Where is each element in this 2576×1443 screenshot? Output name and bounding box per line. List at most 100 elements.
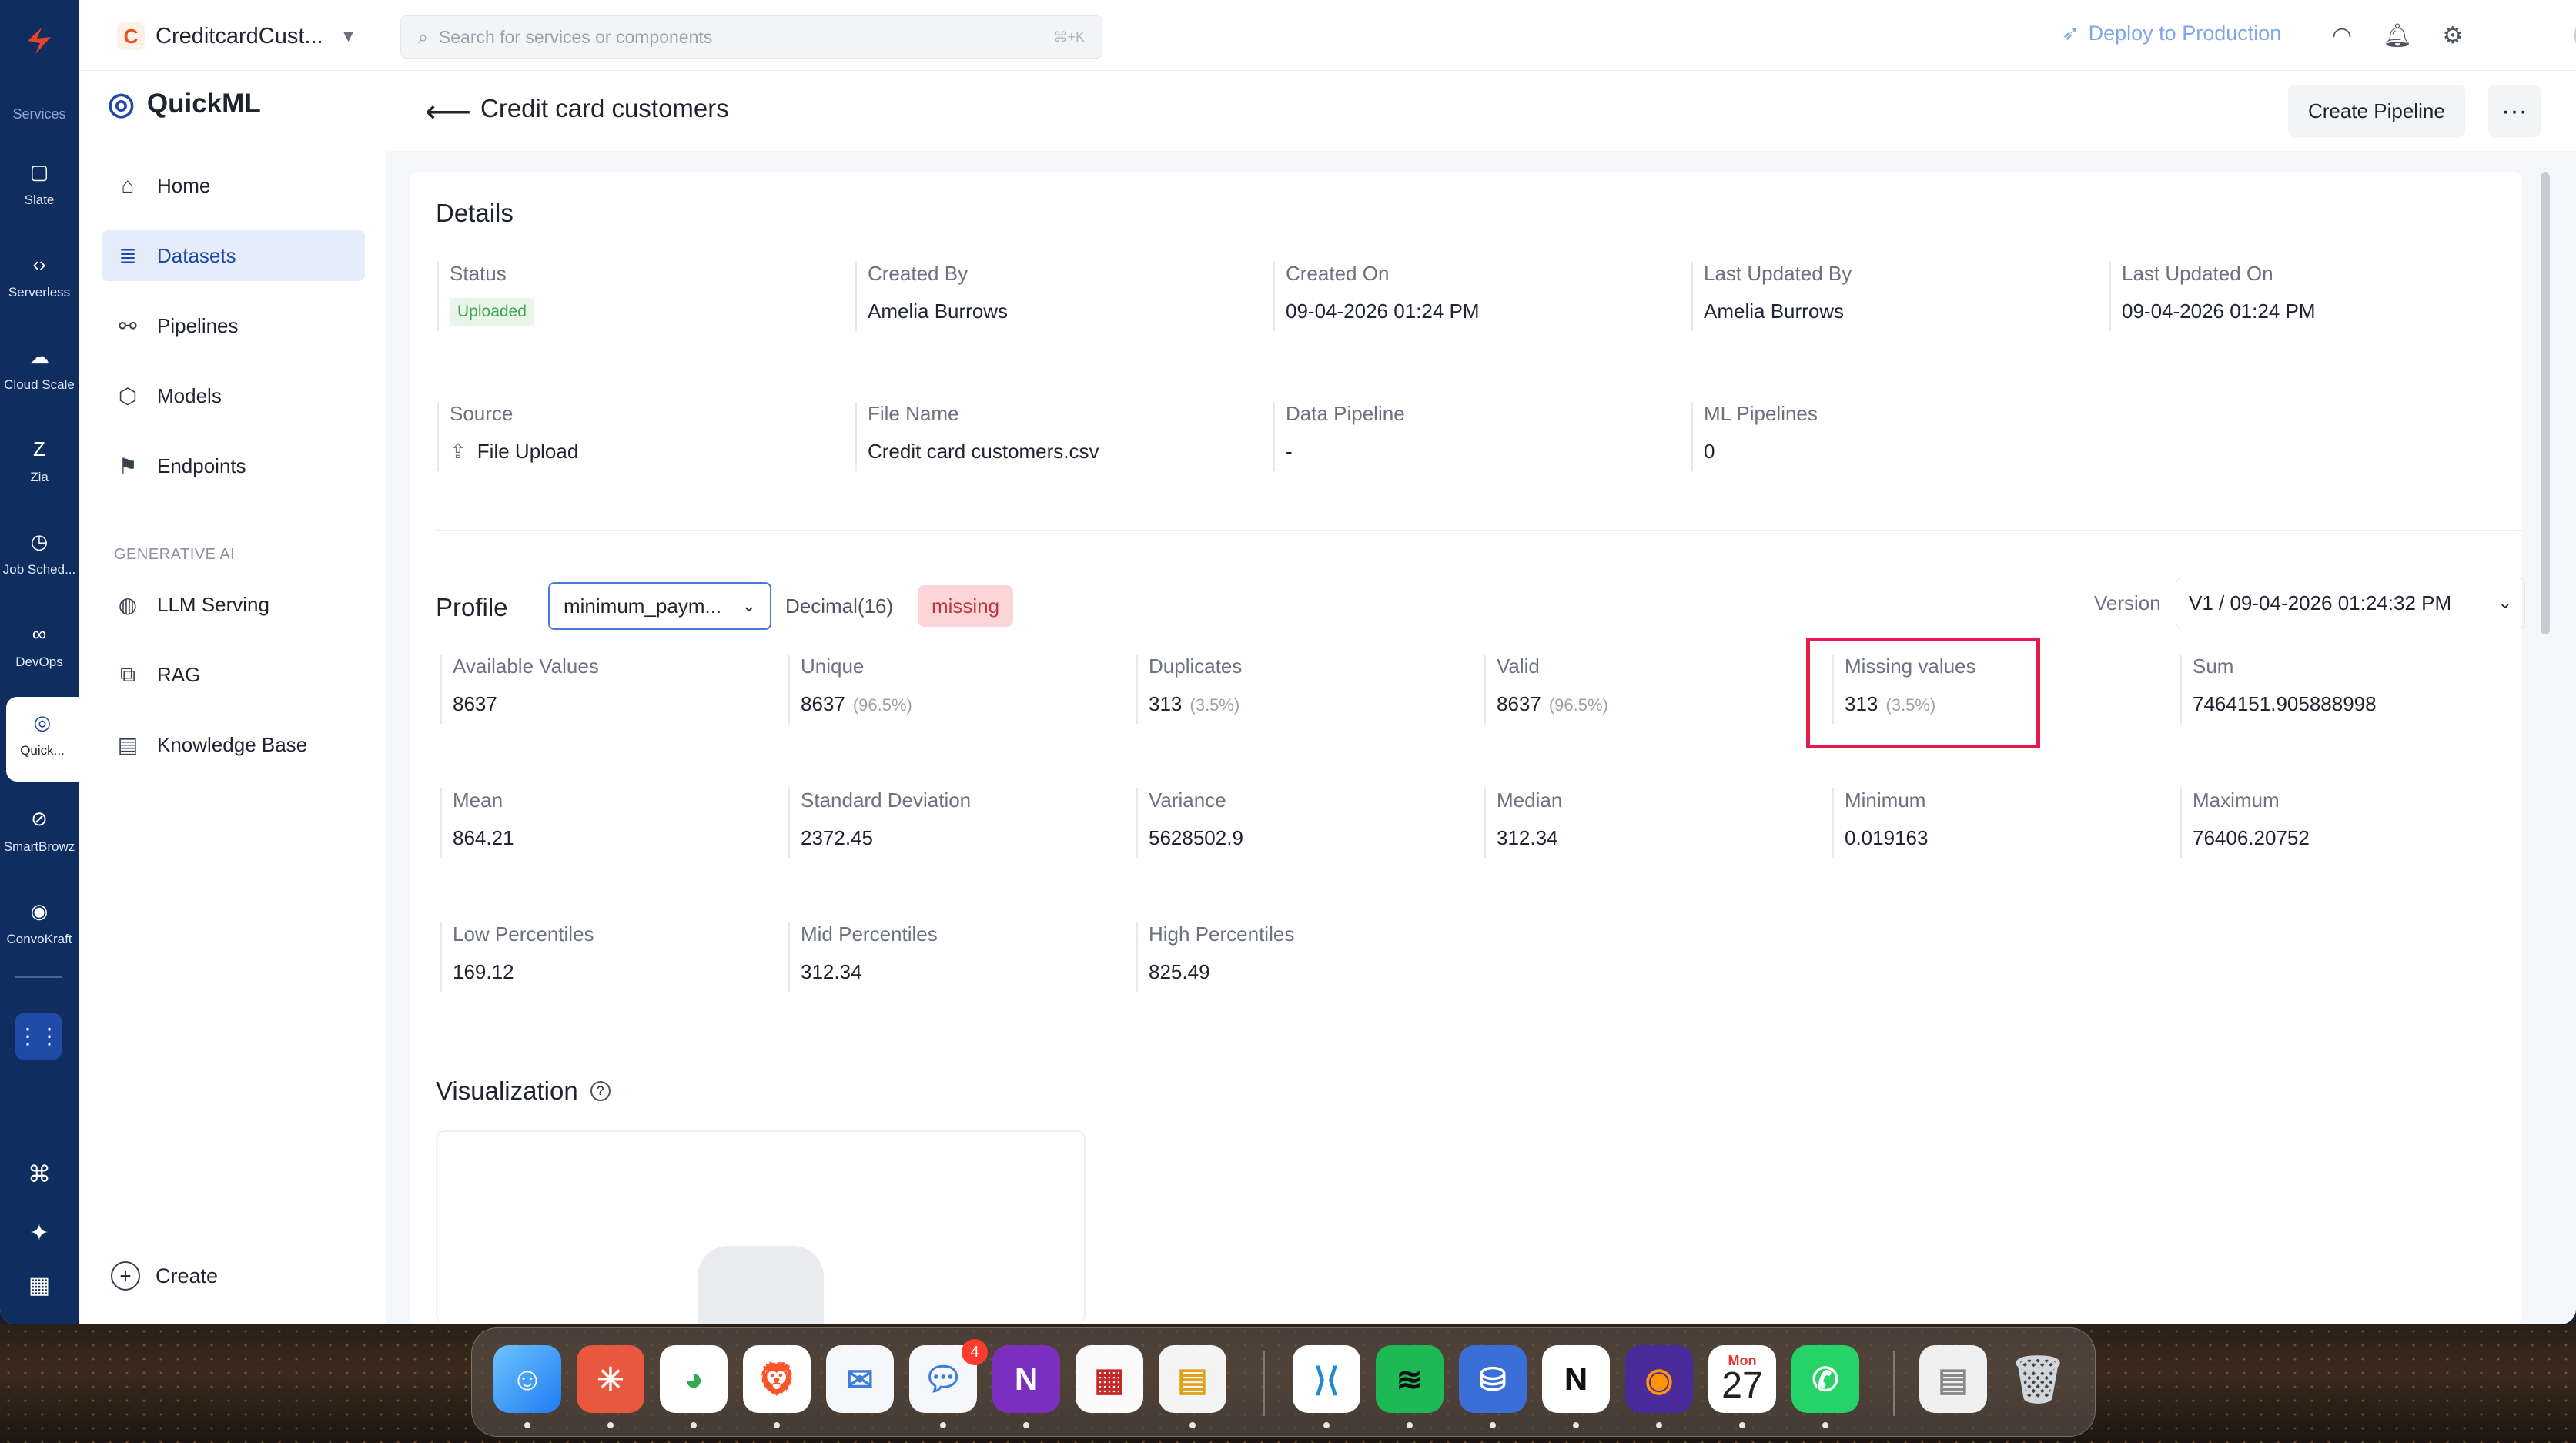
rail-item-cloud-scale[interactable]: ☁ Cloud Scale — [0, 331, 79, 416]
stat-value: 8637 — [453, 692, 599, 716]
page-title: Credit card customers — [480, 94, 729, 122]
vscode-icon[interactable]: ⟩⟨ — [1293, 1345, 1360, 1413]
stat-valid: Valid 8637 (96.5%) — [1484, 655, 1608, 724]
sidebar-title: ◎ QuickML — [108, 86, 261, 122]
source-field: Source ⇪ File Upload — [437, 402, 578, 471]
spotify-icon[interactable]: ≋ — [1376, 1345, 1444, 1413]
rail-item-serverless[interactable]: ‹› Serverless — [0, 239, 79, 323]
visualization-placeholder — [698, 1246, 824, 1324]
document-stack-icon[interactable]: ▤ — [1919, 1345, 1987, 1413]
project-initial: C — [117, 22, 145, 50]
deploy-to-production-button[interactable]: ➶ Deploy to Production — [2062, 22, 2281, 45]
created-on-field: Created On 09-04-2026 01:24 PM — [1273, 262, 1480, 331]
search-input[interactable]: ⌕ Search for services or components ⌘+K — [400, 15, 1102, 59]
stat-label: Low Percentiles — [453, 922, 594, 946]
stat-unique: Unique 8637 (96.5%) — [788, 655, 912, 724]
smartbrowz-icon: ⊘ — [31, 806, 48, 830]
search-shortcut: ⌘+K — [1053, 28, 1085, 45]
macos-dock: ☺ ✳ ◕ 🦁︎ ✉ 💬︎ 4 N ▦ ▤ ⟩⟨ ≋ ⛁ N ◉ Mon 27 … — [471, 1327, 2096, 1437]
sidebar-item-label: Knowledge Base — [157, 732, 308, 756]
project-name: CreditcardCust... — [156, 23, 323, 49]
stat-value: 169.12 — [453, 960, 514, 983]
field-value: Credit card customers.csv — [868, 440, 1099, 463]
sidebar-item-pipelines[interactable]: ⚯ Pipelines — [102, 300, 365, 351]
brave-browser-icon[interactable]: 🦁︎ — [743, 1345, 811, 1413]
notes-grid-icon[interactable]: ▦ — [1076, 1345, 1143, 1413]
running-indicator — [774, 1422, 780, 1428]
rail-item-convokraft[interactable]: ◉ ConvoKraft — [0, 886, 79, 970]
pipeline-icon: ⚯ — [119, 313, 137, 338]
magic-wand-icon[interactable]: ✦ — [0, 1220, 79, 1247]
integrations-icon[interactable]: ⌘ — [0, 1161, 79, 1188]
quickml-icon: ◎ — [33, 710, 52, 734]
onenote-icon[interactable]: N — [992, 1345, 1060, 1413]
finder-icon[interactable]: ☺ — [493, 1345, 561, 1413]
sidebar-item-llm-serving[interactable]: ◍ LLM Serving — [102, 579, 365, 630]
column-select[interactable]: minimum_paym... ⌄ — [548, 582, 771, 630]
sidebar-item-rag[interactable]: ⧉ RAG — [102, 649, 365, 700]
stat-value: 313 (3.5%) — [1149, 692, 1242, 716]
chevron-down-icon: ⌄ — [2497, 593, 2512, 612]
running-indicator — [1739, 1422, 1745, 1428]
create-button[interactable]: + Create — [111, 1261, 218, 1291]
data-pipeline-field: Data Pipeline - — [1273, 402, 1405, 471]
settings-gear-icon[interactable]: ⚙ — [2437, 20, 2468, 51]
stat-value: 5628502.9 — [1149, 826, 1243, 849]
caret-down-icon: ▼ — [340, 26, 357, 45]
version-select[interactable]: V1 / 09-04-2026 01:24:32 PM ⌄ — [2176, 578, 2525, 628]
stat-label: Duplicates — [1149, 655, 1243, 678]
firefox-icon[interactable]: ◉ — [1625, 1345, 1693, 1413]
support-headset-icon[interactable]: ◠ — [2327, 20, 2357, 51]
scrollbar[interactable] — [2541, 172, 2550, 634]
stat-standard-deviation: Standard Deviation 2372.45 — [788, 788, 971, 858]
sidebar-item-home[interactable]: ⌂ Home — [102, 160, 365, 211]
rail-item-quickml[interactable]: ◎ Quick... — [6, 697, 79, 782]
convokraft-icon: ◉ — [30, 899, 49, 922]
rail-item-zia[interactable]: Z Zia — [0, 424, 79, 508]
rail-item-devops[interactable]: ∞ DevOps — [0, 608, 79, 693]
help-icon[interactable]: ? — [590, 1081, 611, 1101]
document-icon: ▤ — [117, 732, 139, 757]
running-indicator — [1822, 1422, 1828, 1428]
project-switcher[interactable]: C CreditcardCust... ▼ — [117, 17, 356, 55]
stat-label: Minimum — [1845, 788, 1926, 812]
rocket-icon: ➶ — [2062, 22, 2079, 45]
pages-icon[interactable]: ▤ — [1159, 1345, 1226, 1413]
whatsapp-icon[interactable]: ✆ — [1791, 1345, 1859, 1413]
claude-icon[interactable]: ✳ — [577, 1345, 644, 1413]
field-value: - — [1286, 440, 1293, 463]
sidebar-item-knowledge-base[interactable]: ▤ Knowledge Base — [102, 719, 365, 770]
stat-value: 312.34 — [801, 960, 862, 983]
all-services-grid-icon[interactable]: ⋮⋮ — [15, 1013, 62, 1060]
column-select-value: minimum_paym... — [564, 594, 722, 618]
field-value: 09-04-2026 01:24 PM — [1286, 300, 1480, 323]
sidebar-item-datasets[interactable]: ≣ Datasets — [102, 230, 365, 281]
database-app-icon[interactable]: ⛁ — [1459, 1345, 1527, 1413]
sidebar-item-label: Endpoints — [157, 454, 246, 477]
running-indicator — [1656, 1422, 1662, 1428]
trash-icon[interactable]: 🗑︎ — [2004, 1345, 2072, 1413]
running-indicator — [607, 1422, 614, 1428]
stat-value: 8637 (96.5%) — [801, 692, 912, 716]
rail-item-job-scheduling[interactable]: ◷ Job Sched... — [0, 516, 79, 601]
chrome-icon[interactable]: ◕ — [660, 1345, 728, 1413]
catalyst-logo-icon[interactable] — [20, 22, 59, 60]
create-pipeline-button[interactable]: Create Pipeline — [2288, 85, 2465, 137]
more-options-button[interactable]: ··· — [2488, 85, 2541, 137]
stat-mean: Mean 864.21 — [440, 788, 514, 858]
stat-percent: (3.5%) — [1189, 695, 1240, 715]
rail-item-smartbrowz[interactable]: ⊘ SmartBrowz — [0, 793, 79, 878]
rail-item-slate[interactable]: ▢ Slate — [0, 146, 79, 231]
sidebar-item-models[interactable]: ⬡ Models — [102, 370, 365, 421]
field-label: Source — [450, 402, 514, 425]
calendar-icon[interactable]: Mon 27 — [1708, 1345, 1776, 1413]
mail-icon[interactable]: ✉ — [826, 1345, 894, 1413]
notion-icon[interactable]: N — [1542, 1345, 1610, 1413]
running-indicator — [1189, 1422, 1196, 1428]
sidebar-item-endpoints[interactable]: ⚑ Endpoints — [102, 440, 365, 491]
upload-icon: ⇪ — [450, 440, 467, 463]
apps-icon[interactable]: ▦ — [0, 1272, 79, 1299]
stat-label: Available Values — [453, 655, 599, 678]
back-arrow-icon[interactable]: ⟵ — [425, 92, 471, 130]
notification-bell-icon[interactable]: 🔔︎ — [2382, 20, 2413, 51]
